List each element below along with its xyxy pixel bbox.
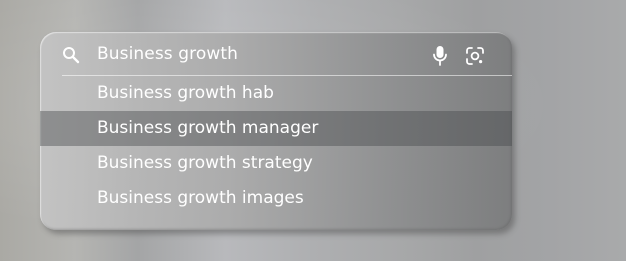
suggestion-label: Business growth strategy	[97, 153, 313, 173]
suggestion-list: Business growth hab Business growth mana…	[40, 76, 512, 216]
suggestion-label: Business growth hab	[97, 83, 274, 103]
suggestion-item[interactable]: Business growth strategy	[40, 146, 512, 181]
search-autocomplete-panel: Business growth Business growth hab Busi…	[40, 32, 512, 230]
suggestion-label: Business growth images	[97, 188, 304, 208]
search-bar[interactable]: Business growth	[40, 32, 512, 76]
microphone-icon[interactable]	[432, 45, 448, 67]
lens-icon[interactable]	[465, 46, 485, 66]
suggestion-label: Business growth manager	[97, 118, 319, 138]
suggestion-item-highlighted[interactable]: Business growth manager	[40, 111, 512, 146]
suggestion-item[interactable]: Business growth hab	[40, 76, 512, 111]
search-icon[interactable]	[62, 46, 80, 64]
suggestion-item[interactable]: Business growth images	[40, 181, 512, 216]
search-input[interactable]: Business growth	[97, 44, 238, 64]
